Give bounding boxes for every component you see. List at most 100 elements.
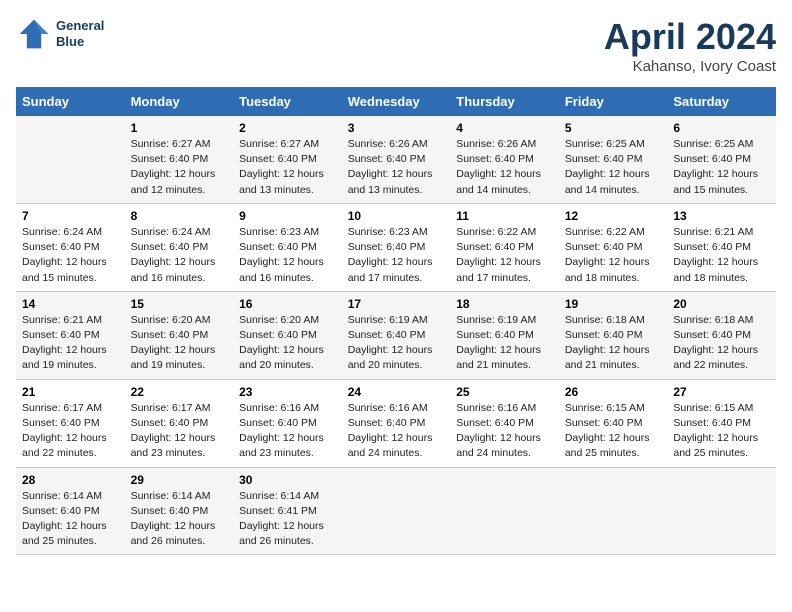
day-number: 1 xyxy=(131,121,228,135)
calendar-cell: 13Sunrise: 6:21 AM Sunset: 6:40 PM Dayli… xyxy=(667,203,776,291)
calendar-cell: 11 Sunrise: 6:22 AM Sunset: 6:40 PM Dayli… xyxy=(450,203,559,291)
day-info: Sunrise: 6:14 AM Sunset: 6:40 PM Dayligh… xyxy=(22,489,119,550)
calendar-cell: 26 Sunrise: 6:15 AM Sunset: 6:40 PM Dayli… xyxy=(559,379,668,467)
title-block: April 2024 Kahanso, Ivory Coast xyxy=(604,16,776,75)
day-info: Sunrise: 6:25 AM Sunset: 6:40 PM Dayligh… xyxy=(565,137,662,198)
day-info: Sunrise: 6:15 AM Sunset: 6:40 PM Dayligh… xyxy=(565,401,662,462)
calendar-cell: 28Sunrise: 6:14 AM Sunset: 6:40 PM Dayli… xyxy=(16,467,125,555)
day-info: Sunrise: 6:14 AM Sunset: 6:41 PM Dayligh… xyxy=(239,489,336,550)
day-info: Sunrise: 6:22 AM Sunset: 6:40 PM Dayligh… xyxy=(456,225,553,286)
weekday-header-tuesday: Tuesday xyxy=(233,87,342,116)
calendar-cell: 21Sunrise: 6:17 AM Sunset: 6:40 PM Dayli… xyxy=(16,379,125,467)
day-info: Sunrise: 6:26 AM Sunset: 6:40 PM Dayligh… xyxy=(456,137,553,198)
calendar-cell: 24 Sunrise: 6:16 AM Sunset: 6:40 PM Dayli… xyxy=(342,379,451,467)
day-number: 19 xyxy=(565,297,662,311)
calendar-cell: 8Sunrise: 6:24 AM Sunset: 6:40 PM Daylig… xyxy=(125,203,234,291)
day-number: 3 xyxy=(348,121,445,135)
logo-line2: Blue xyxy=(56,34,104,50)
day-number: 23 xyxy=(239,385,336,399)
day-info: Sunrise: 6:23 AM Sunset: 6:40 PM Dayligh… xyxy=(239,225,336,286)
calendar-cell xyxy=(667,467,776,555)
day-info: Sunrise: 6:16 AM Sunset: 6:40 PM Dayligh… xyxy=(239,401,336,462)
weekday-header-row: SundayMondayTuesdayWednesdayThursdayFrid… xyxy=(16,87,776,116)
calendar-cell: 20Sunrise: 6:18 AM Sunset: 6:40 PM Dayli… xyxy=(667,291,776,379)
page-header: General Blue April 2024 Kahanso, Ivory C… xyxy=(16,16,776,75)
day-info: Sunrise: 6:20 AM Sunset: 6:40 PM Dayligh… xyxy=(131,313,228,374)
day-info: Sunrise: 6:23 AM Sunset: 6:40 PM Dayligh… xyxy=(348,225,445,286)
calendar-table: SundayMondayTuesdayWednesdayThursdayFrid… xyxy=(16,87,776,555)
day-number: 18 xyxy=(456,297,553,311)
weekday-header-wednesday: Wednesday xyxy=(342,87,451,116)
calendar-cell: 17 Sunrise: 6:19 AM Sunset: 6:40 PM Dayli… xyxy=(342,291,451,379)
calendar-week-row: 7 Sunrise: 6:24 AM Sunset: 6:40 PM Daylig… xyxy=(16,203,776,291)
calendar-cell: 19 Sunrise: 6:18 AM Sunset: 6:40 PM Dayli… xyxy=(559,291,668,379)
calendar-cell: 2Sunrise: 6:27 AM Sunset: 6:40 PM Daylig… xyxy=(233,116,342,203)
day-number: 25 xyxy=(456,385,553,399)
day-info: Sunrise: 6:24 AM Sunset: 6:40 PM Dayligh… xyxy=(131,225,228,286)
day-number: 21 xyxy=(22,385,119,399)
day-info: Sunrise: 6:18 AM Sunset: 6:40 PM Dayligh… xyxy=(673,313,770,374)
day-number: 27 xyxy=(673,385,770,399)
calendar-cell: 12 Sunrise: 6:22 AM Sunset: 6:40 PM Dayli… xyxy=(559,203,668,291)
calendar-cell: 10 Sunrise: 6:23 AM Sunset: 6:40 PM Dayli… xyxy=(342,203,451,291)
calendar-cell: 6 Sunrise: 6:25 AM Sunset: 6:40 PM Daylig… xyxy=(667,116,776,203)
calendar-cell: 1 Sunrise: 6:27 AM Sunset: 6:40 PM Daylig… xyxy=(125,116,234,203)
weekday-header-monday: Monday xyxy=(125,87,234,116)
day-number: 13 xyxy=(673,209,770,223)
day-info: Sunrise: 6:15 AM Sunset: 6:40 PM Dayligh… xyxy=(673,401,770,462)
logo-text: General Blue xyxy=(56,18,104,49)
day-info: Sunrise: 6:19 AM Sunset: 6:40 PM Dayligh… xyxy=(456,313,553,374)
logo: General Blue xyxy=(16,16,104,52)
day-info: Sunrise: 6:20 AM Sunset: 6:40 PM Dayligh… xyxy=(239,313,336,374)
calendar-cell xyxy=(16,116,125,203)
day-info: Sunrise: 6:27 AM Sunset: 6:40 PM Dayligh… xyxy=(131,137,228,198)
subtitle: Kahanso, Ivory Coast xyxy=(604,58,776,75)
day-info: Sunrise: 6:19 AM Sunset: 6:40 PM Dayligh… xyxy=(348,313,445,374)
calendar-cell: 9Sunrise: 6:23 AM Sunset: 6:40 PM Daylig… xyxy=(233,203,342,291)
day-number: 15 xyxy=(131,297,228,311)
weekday-header-friday: Friday xyxy=(559,87,668,116)
calendar-cell: 27 Sunrise: 6:15 AM Sunset: 6:40 PM Dayli… xyxy=(667,379,776,467)
calendar-cell: 4 Sunrise: 6:26 AM Sunset: 6:40 PM Daylig… xyxy=(450,116,559,203)
day-info: Sunrise: 6:27 AM Sunset: 6:40 PM Dayligh… xyxy=(239,137,336,198)
calendar-cell: 29Sunrise: 6:14 AM Sunset: 6:40 PM Dayli… xyxy=(125,467,234,555)
logo-icon xyxy=(16,16,52,52)
day-info: Sunrise: 6:16 AM Sunset: 6:40 PM Dayligh… xyxy=(456,401,553,462)
day-info: Sunrise: 6:16 AM Sunset: 6:40 PM Dayligh… xyxy=(348,401,445,462)
day-number: 10 xyxy=(348,209,445,223)
day-number: 11 xyxy=(456,209,553,223)
calendar-cell xyxy=(342,467,451,555)
day-number: 24 xyxy=(348,385,445,399)
calendar-week-row: 14 Sunrise: 6:21 AM Sunset: 6:40 PM Dayli… xyxy=(16,291,776,379)
calendar-cell: 15 Sunrise: 6:20 AM Sunset: 6:40 PM Dayli… xyxy=(125,291,234,379)
main-title: April 2024 xyxy=(604,16,776,58)
day-number: 17 xyxy=(348,297,445,311)
calendar-cell: 30 Sunrise: 6:14 AM Sunset: 6:41 PM Dayli… xyxy=(233,467,342,555)
calendar-cell: 5 Sunrise: 6:25 AM Sunset: 6:40 PM Daylig… xyxy=(559,116,668,203)
day-number: 14 xyxy=(22,297,119,311)
weekday-header-sunday: Sunday xyxy=(16,87,125,116)
day-number: 4 xyxy=(456,121,553,135)
day-number: 30 xyxy=(239,473,336,487)
day-number: 6 xyxy=(673,121,770,135)
day-number: 7 xyxy=(22,209,119,223)
calendar-cell: 22Sunrise: 6:17 AM Sunset: 6:40 PM Dayli… xyxy=(125,379,234,467)
day-number: 12 xyxy=(565,209,662,223)
weekday-header-thursday: Thursday xyxy=(450,87,559,116)
day-info: Sunrise: 6:22 AM Sunset: 6:40 PM Dayligh… xyxy=(565,225,662,286)
logo-line1: General xyxy=(56,18,104,34)
day-info: Sunrise: 6:14 AM Sunset: 6:40 PM Dayligh… xyxy=(131,489,228,550)
day-info: Sunrise: 6:25 AM Sunset: 6:40 PM Dayligh… xyxy=(673,137,770,198)
day-number: 5 xyxy=(565,121,662,135)
day-info: Sunrise: 6:21 AM Sunset: 6:40 PM Dayligh… xyxy=(22,313,119,374)
day-number: 22 xyxy=(131,385,228,399)
day-info: Sunrise: 6:26 AM Sunset: 6:40 PM Dayligh… xyxy=(348,137,445,198)
day-number: 26 xyxy=(565,385,662,399)
calendar-cell xyxy=(450,467,559,555)
weekday-header-saturday: Saturday xyxy=(667,87,776,116)
calendar-cell: 14 Sunrise: 6:21 AM Sunset: 6:40 PM Dayli… xyxy=(16,291,125,379)
day-info: Sunrise: 6:18 AM Sunset: 6:40 PM Dayligh… xyxy=(565,313,662,374)
calendar-cell xyxy=(559,467,668,555)
calendar-cell: 7Sunrise: 6:24 AM Sunset: 6:40 PM Daylig… xyxy=(16,203,125,291)
calendar-cell: 23 Sunrise: 6:16 AM Sunset: 6:40 PM Dayli… xyxy=(233,379,342,467)
